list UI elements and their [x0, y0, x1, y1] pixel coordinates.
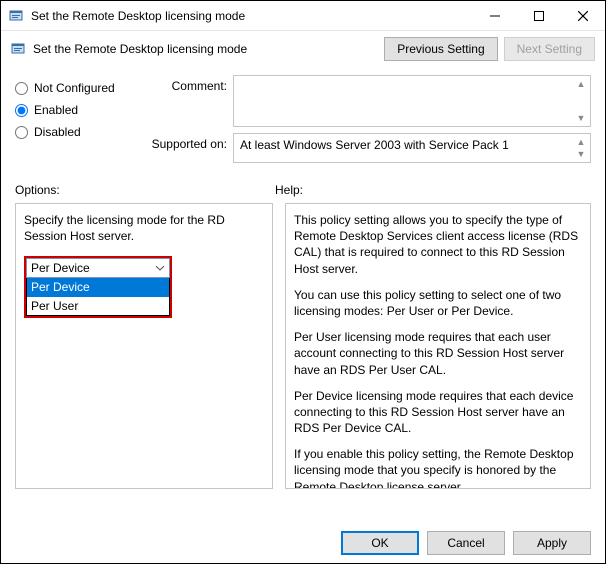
radio-not-configured[interactable]: Not Configured: [15, 81, 143, 95]
help-paragraph: You can use this policy setting to selec…: [294, 287, 582, 319]
apply-button[interactable]: Apply: [513, 531, 591, 555]
highlighted-region: Per Device Per Device Per User: [24, 256, 172, 317]
supported-on-label: Supported on:: [143, 133, 233, 163]
help-label: Help:: [275, 183, 591, 197]
supported-on-box: At least Windows Server 2003 with Servic…: [233, 133, 591, 163]
cancel-button[interactable]: Cancel: [427, 531, 505, 555]
window-title: Set the Remote Desktop licensing mode: [31, 9, 473, 23]
comment-textarea[interactable]: ▲ ▼: [233, 75, 591, 127]
radio-label: Not Configured: [34, 81, 115, 95]
comment-label: Comment:: [143, 75, 233, 127]
radio-label: Enabled: [34, 103, 78, 117]
radio-enabled-input[interactable]: [15, 104, 28, 117]
help-paragraph: If you enable this policy setting, the R…: [294, 446, 582, 489]
titlebar: Set the Remote Desktop licensing mode: [1, 1, 605, 31]
ok-button[interactable]: OK: [341, 531, 419, 555]
close-button[interactable]: [561, 1, 605, 31]
policy-icon: [9, 8, 25, 24]
scroll-up-icon[interactable]: ▲: [574, 136, 588, 148]
help-panel: This policy setting allows you to specif…: [285, 203, 591, 489]
dropdown-item-per-device[interactable]: Per Device: [27, 278, 169, 296]
dropdown-item-per-user[interactable]: Per User: [27, 297, 169, 315]
policy-title: Set the Remote Desktop licensing mode: [33, 42, 378, 56]
help-paragraph: This policy setting allows you to specif…: [294, 212, 582, 277]
radio-disabled[interactable]: Disabled: [15, 125, 143, 139]
supported-on-value: At least Windows Server 2003 with Servic…: [240, 138, 509, 152]
maximize-button[interactable]: [517, 1, 561, 31]
scroll-down-icon[interactable]: ▼: [574, 148, 588, 160]
policy-icon: [11, 41, 27, 57]
help-paragraph: Per User licensing mode requires that ea…: [294, 329, 582, 378]
radio-not-configured-input[interactable]: [15, 82, 28, 95]
options-panel: Specify the licensing mode for the RD Se…: [15, 203, 273, 489]
licensing-mode-dropdown-list[interactable]: Per Device Per User: [26, 278, 170, 315]
radio-disabled-input[interactable]: [15, 126, 28, 139]
minimize-button[interactable]: [473, 1, 517, 31]
help-paragraph: Per Device licensing mode requires that …: [294, 388, 582, 437]
radio-enabled[interactable]: Enabled: [15, 103, 143, 117]
dialog-buttons: OK Cancel Apply: [341, 531, 591, 555]
subheader: Set the Remote Desktop licensing mode Pr…: [1, 31, 605, 71]
scroll-down-icon[interactable]: ▼: [574, 112, 588, 124]
chevron-down-icon[interactable]: [151, 259, 169, 277]
licensing-mode-dropdown[interactable]: Per Device: [26, 258, 170, 278]
options-instruction: Specify the licensing mode for the RD Se…: [24, 212, 264, 244]
previous-setting-button[interactable]: Previous Setting: [384, 37, 497, 61]
scroll-up-icon[interactable]: ▲: [574, 78, 588, 90]
radio-label: Disabled: [34, 125, 81, 139]
state-radio-group: Not Configured Enabled Disabled: [15, 75, 143, 169]
options-label: Options:: [15, 183, 275, 197]
dropdown-selected-value: Per Device: [31, 260, 151, 276]
next-setting-button: Next Setting: [504, 37, 595, 61]
